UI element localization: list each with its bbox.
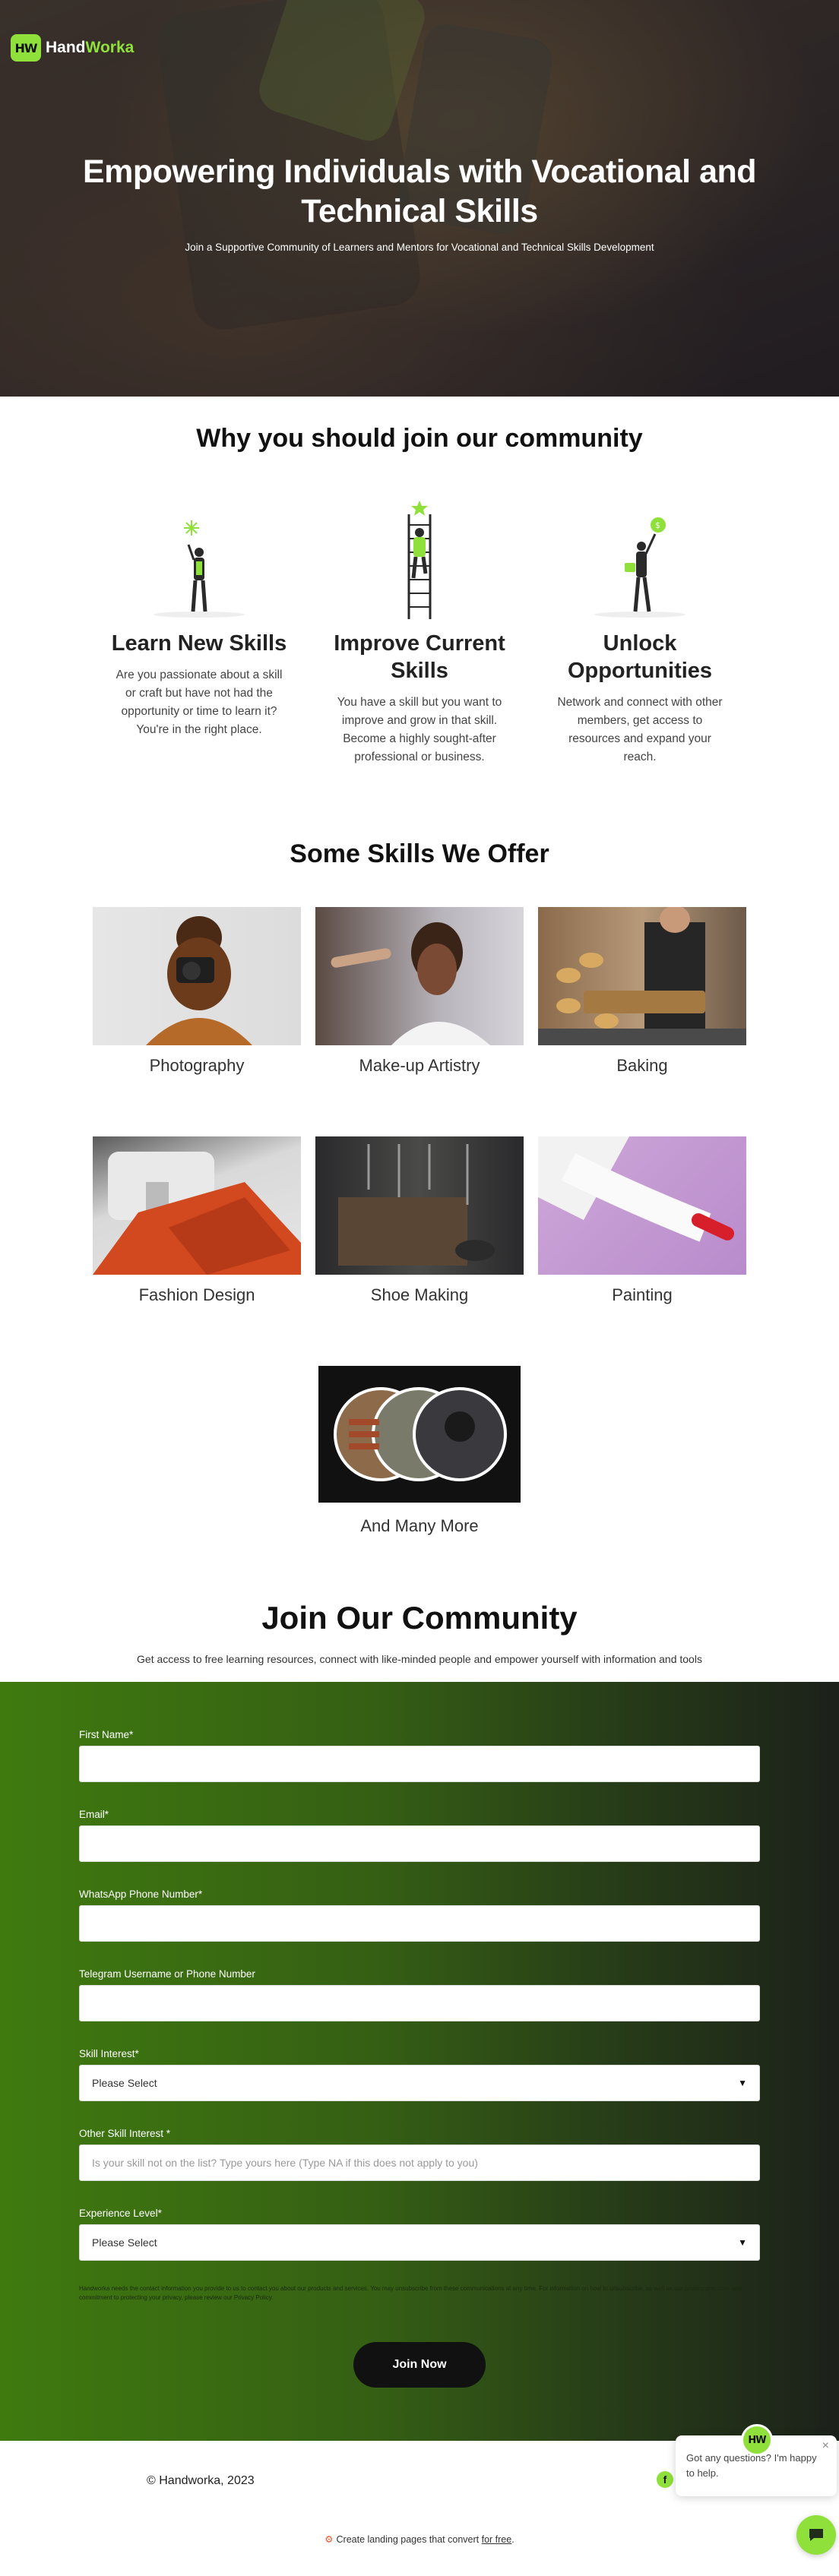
opportunity-illustration-icon: $: [537, 499, 742, 621]
skill-card: Fashion Design: [93, 1136, 301, 1305]
skill-card: Make-up Artistry: [315, 907, 524, 1076]
feature-card: Learn New Skills Are you passionate abou…: [97, 499, 302, 766]
feature-text: Network and connect with other members, …: [557, 696, 723, 763]
shoe-making-image: [315, 1136, 524, 1275]
chat-avatar: HW: [741, 2424, 773, 2456]
other-skill-field-group: Other Skill Interest * Is your skill not…: [79, 2128, 760, 2181]
feature-text: Are you passionate about a skill or craf…: [116, 668, 283, 736]
skills-grid: Photography Make-up Artistry Baking Fash…: [93, 907, 746, 1305]
photography-image: [93, 907, 301, 1045]
join-now-button[interactable]: Join Now: [353, 2342, 486, 2388]
why-title: Why you should join our community: [196, 424, 643, 453]
skill-label: Photography: [149, 1056, 245, 1075]
email-field-group: Email*: [79, 1809, 760, 1862]
hubspot-suffix: .: [511, 2534, 514, 2545]
privacy-disclaimer: Handworka needs the contact information …: [79, 2285, 742, 2301]
first-name-input[interactable]: [79, 1746, 760, 1782]
hubspot-sprocket-icon: ⚙: [325, 2534, 334, 2545]
whatsapp-input[interactable]: [79, 1905, 760, 1942]
skill-interest-field-group: Skill Interest* Please Select ▼: [79, 2048, 760, 2101]
first-name-field-group: First Name*: [79, 1729, 760, 1782]
submit-wrap: Join Now: [79, 2342, 760, 2388]
email-label: Email*: [79, 1809, 109, 1820]
feature-title: Unlock Opportunities: [567, 631, 713, 683]
chat-avatar-logo: HW: [748, 2434, 766, 2446]
first-name-label: First Name*: [79, 1729, 134, 1740]
experience-value: Please Select: [92, 2236, 157, 2249]
makeup-image: [315, 907, 524, 1045]
feature-title: Improve Current Skills: [334, 631, 505, 683]
logo-mark-icon: HW: [11, 34, 41, 62]
painting-image: [538, 1136, 746, 1275]
join-title: Join Our Community: [261, 1600, 578, 1636]
email-input[interactable]: [79, 1825, 760, 1862]
skill-card: Painting: [538, 1136, 746, 1305]
skill-interest-select[interactable]: Please Select ▼: [79, 2065, 760, 2101]
skill-interest-value: Please Select: [92, 2077, 157, 2089]
logo-word-2: Worka: [85, 39, 135, 56]
skill-label: Shoe Making: [370, 1285, 469, 1304]
why-section: Why you should join our community Learn …: [0, 424, 839, 766]
experience-label: Experience Level*: [79, 2208, 162, 2219]
dropdown-caret-icon: ▼: [738, 2078, 747, 2088]
skill-card: Photography: [93, 907, 301, 1076]
skill-label: Baking: [616, 1056, 668, 1075]
signup-form: First Name* Email* WhatsApp Phone Number…: [79, 1729, 760, 2388]
experience-select[interactable]: Please Select ▼: [79, 2224, 760, 2261]
hero-banner: HW HandWorka Empowering Individuals with…: [0, 0, 839, 397]
skill-card: Baking: [538, 907, 746, 1076]
skills-title: Some Skills We Offer: [290, 839, 549, 868]
ladder-climber-illustration-icon: [317, 499, 522, 621]
dropdown-caret-icon: ▼: [738, 2237, 747, 2248]
feature-text: You have a skill but you want to improve…: [337, 696, 502, 763]
other-skill-label: Other Skill Interest *: [79, 2128, 171, 2139]
hero-subtitle: Join a Supportive Community of Learners …: [185, 242, 654, 253]
logo-mark-text: HW: [14, 40, 37, 55]
skill-label: Make-up Artistry: [359, 1056, 480, 1075]
learner-illustration-icon: [97, 499, 302, 621]
hubspot-text: Create landing pages that convert: [336, 2534, 482, 2545]
signup-form-section: First Name* Email* WhatsApp Phone Number…: [0, 1682, 839, 2441]
whatsapp-label: WhatsApp Phone Number*: [79, 1889, 203, 1900]
facebook-icon[interactable]: f: [657, 2471, 673, 2488]
feature-card: $ Unlock Opportunities Network and conne…: [537, 499, 742, 766]
whatsapp-field-group: WhatsApp Phone Number*: [79, 1889, 760, 1942]
more-skills: And Many More: [0, 1366, 839, 1536]
chat-message: Got any questions? I'm happy to help.: [686, 2452, 817, 2479]
skill-interest-label: Skill Interest*: [79, 2048, 139, 2059]
join-subtitle: Get access to free learning resources, c…: [137, 1653, 702, 1665]
skill-label: Painting: [612, 1285, 673, 1304]
site-logo[interactable]: HW HandWorka: [11, 34, 134, 62]
hubspot-credit: ⚙ Create landing pages that convert for f…: [0, 2533, 839, 2545]
baking-image: [538, 907, 746, 1045]
footer: © Handworka, 2023 f × Got any questions?…: [0, 2424, 839, 2570]
feature-title: Learn New Skills: [111, 631, 287, 656]
many-more-collage-image: [318, 1366, 521, 1503]
hero-content: Empowering Individuals with Vocational a…: [0, 152, 839, 253]
svg-text:$: $: [655, 520, 660, 530]
skill-label: Fashion Design: [138, 1285, 255, 1304]
close-icon[interactable]: ×: [822, 2439, 829, 2454]
telegram-label: Telegram Username or Phone Number: [79, 1968, 255, 1980]
hubspot-link[interactable]: for free: [482, 2534, 512, 2545]
other-skill-input[interactable]: Is your skill not on the list? Type your…: [79, 2145, 760, 2181]
feature-list: Learn New Skills Are you passionate abou…: [0, 499, 839, 766]
skill-card: Shoe Making: [315, 1136, 524, 1305]
skills-section: Some Skills We Offer Photography Make-up…: [0, 839, 839, 1536]
telegram-input[interactable]: [79, 1985, 760, 2021]
join-section: Join Our Community Get access to free le…: [0, 1600, 839, 2441]
logo-wordmark: HandWorka: [46, 39, 134, 57]
feature-card: Improve Current Skills You have a skill …: [317, 499, 522, 766]
hero-title: Empowering Individuals with Vocational a…: [82, 153, 757, 229]
fashion-design-image: [93, 1136, 301, 1275]
telegram-field-group: Telegram Username or Phone Number: [79, 1968, 760, 2021]
logo-word-1: Hand: [46, 39, 86, 56]
more-skills-label: And Many More: [360, 1516, 479, 1535]
experience-field-group: Experience Level* Please Select ▼: [79, 2208, 760, 2261]
copyright: © Handworka, 2023: [147, 2474, 255, 2487]
